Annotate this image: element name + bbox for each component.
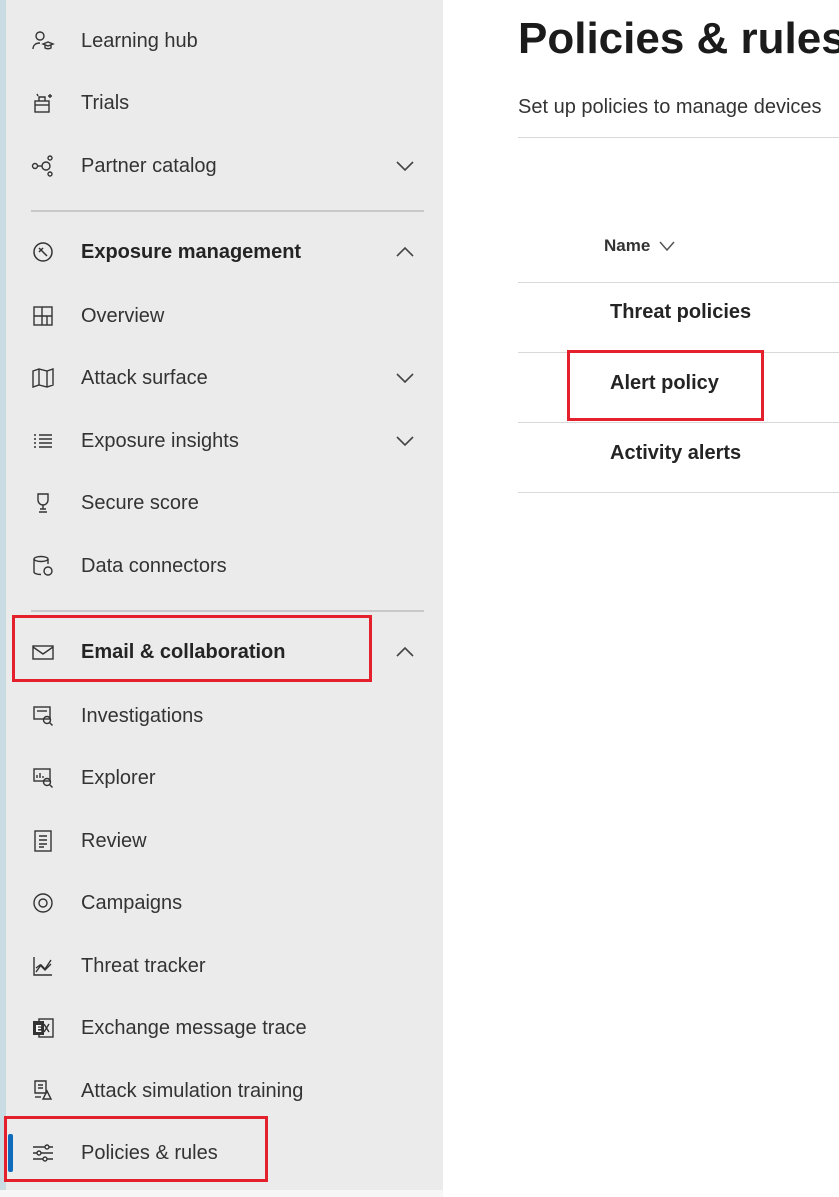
- list-icon: [30, 428, 56, 454]
- chevron-down-icon[interactable]: [392, 428, 418, 454]
- sidebar-item-threat-tracker[interactable]: Threat tracker: [6, 938, 443, 994]
- review-icon: [30, 828, 56, 854]
- sidebar-item-attack-surface[interactable]: Attack surface: [6, 350, 443, 406]
- sidebar-item-label: Exposure insights: [81, 429, 239, 452]
- exposure-management-icon: [30, 239, 56, 265]
- table-row-activity-alerts[interactable]: Activity alerts: [610, 442, 741, 465]
- map-icon: [30, 365, 56, 391]
- sidebar-bottom-edge: [0, 1190, 443, 1197]
- sidebar-section-label: Exposure management: [81, 240, 302, 263]
- attack-simulation-icon: [30, 1078, 56, 1104]
- sidebar-item-trials[interactable]: Trials: [6, 75, 443, 131]
- sidebar-item-secure-score[interactable]: Secure score: [6, 475, 443, 531]
- sidebar-item-label: Attack simulation training: [81, 1079, 304, 1102]
- sidebar-item-label: Secure score: [81, 491, 199, 514]
- sidebar-divider: [31, 610, 424, 612]
- sidebar-item-label: Attack surface: [81, 366, 208, 389]
- svg-text:E: E: [35, 1024, 42, 1035]
- trials-icon: [30, 90, 56, 116]
- trophy-icon: [30, 490, 56, 516]
- sidebar-item-label: Explorer: [81, 766, 156, 789]
- sidebar-item-exposure-insights[interactable]: Exposure insights: [6, 413, 443, 469]
- exchange-icon: E: [30, 1015, 56, 1041]
- header-divider: [518, 137, 839, 138]
- table-row-divider: [518, 422, 839, 423]
- page-title: Policies & rules: [518, 14, 839, 63]
- sidebar-divider: [31, 210, 424, 212]
- sidebar-item-exchange-message-trace[interactable]: E Exchange message trace: [6, 1000, 443, 1056]
- sidebar-item-campaigns[interactable]: Campaigns: [6, 875, 443, 931]
- sidebar-item-label: Trials: [81, 91, 130, 114]
- sidebar-item-overview[interactable]: Overview: [6, 288, 443, 344]
- column-header-label: Name: [604, 236, 651, 255]
- chevron-down-icon[interactable]: [392, 153, 418, 179]
- sidebar-item-learning-hub[interactable]: Learning hub: [6, 13, 443, 69]
- sidebar-item-label: Partner catalog: [81, 154, 217, 177]
- column-header-name[interactable]: Name: [604, 236, 676, 256]
- data-connectors-icon: [30, 553, 56, 579]
- campaigns-icon: [30, 890, 56, 916]
- sidebar: Learning hub Trials Partner catalog Expo…: [6, 0, 443, 1190]
- overview-icon: [30, 303, 56, 329]
- sidebar-item-partner-catalog[interactable]: Partner catalog: [6, 138, 443, 194]
- sidebar-item-exposure-management[interactable]: Exposure management: [6, 224, 443, 280]
- sidebar-item-label: Data connectors: [81, 554, 227, 577]
- investigations-icon: [30, 703, 56, 729]
- partner-catalog-icon: [30, 153, 56, 179]
- table-row-divider: [518, 492, 839, 493]
- chevron-down-icon[interactable]: [392, 365, 418, 391]
- sidebar-item-review[interactable]: Review: [6, 813, 443, 869]
- threat-tracker-icon: [30, 953, 56, 979]
- sidebar-item-label: Overview: [81, 304, 165, 327]
- table-header-divider: [518, 282, 839, 283]
- learning-hub-icon: [30, 28, 56, 54]
- page-subtitle: Set up policies to manage devices: [518, 96, 822, 118]
- sidebar-item-label: Campaigns: [81, 891, 183, 914]
- explorer-icon: [30, 765, 56, 791]
- sidebar-item-label: Exchange message trace: [81, 1016, 307, 1039]
- sidebar-item-investigations[interactable]: Investigations: [6, 688, 443, 744]
- chevron-down-icon: [659, 241, 675, 252]
- chevron-up-icon[interactable]: [392, 239, 418, 265]
- sidebar-item-data-connectors[interactable]: Data connectors: [6, 538, 443, 594]
- sidebar-item-label: Review: [81, 829, 147, 852]
- sidebar-item-label: Threat tracker: [81, 954, 206, 977]
- sidebar-item-explorer[interactable]: Explorer: [6, 750, 443, 806]
- highlight-box-alert-policy: [567, 350, 764, 421]
- table-row-threat-policies[interactable]: Threat policies: [610, 301, 751, 324]
- sidebar-item-label: Investigations: [81, 704, 204, 727]
- highlight-box-email-collaboration: [12, 615, 372, 682]
- sidebar-item-label: Learning hub: [81, 29, 198, 52]
- chevron-up-icon[interactable]: [392, 639, 418, 665]
- highlight-box-policies-rules: [4, 1116, 268, 1182]
- sidebar-item-attack-simulation-training[interactable]: Attack simulation training: [6, 1063, 443, 1119]
